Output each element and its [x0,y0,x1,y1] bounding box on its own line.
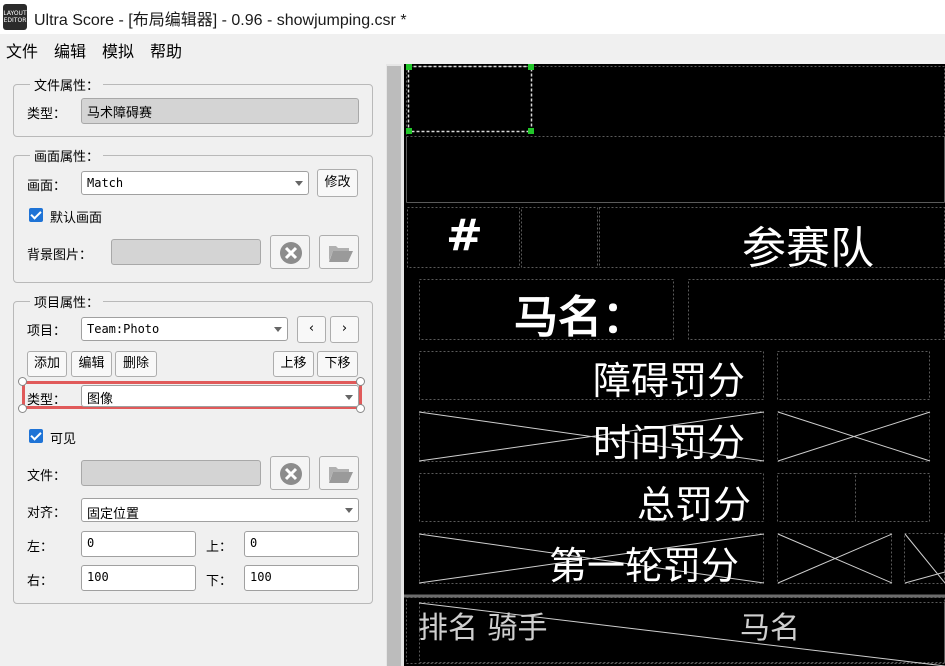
folder-open-icon [329,246,353,262]
canvas-total-penalty: 总罚分 [637,483,752,527]
selected-element-frame [407,65,533,133]
menu-bar: 文件 编辑 模拟 帮助 [0,34,945,64]
canvas-time-penalty: 时间罚分 [593,421,746,465]
resize-handle-bl[interactable] [18,404,27,413]
align-select[interactable]: 固定位置 [81,498,359,522]
visible-label: 可见 [50,432,77,447]
screen-select[interactable]: Match [81,171,309,195]
bottom-label: 下： [206,574,233,589]
file-type-field: 马术障碍赛 [81,98,359,124]
right-input[interactable]: 100 [81,565,196,591]
default-screen-checkbox[interactable] [29,208,43,222]
prev-item-button[interactable]: ‹ [297,316,326,343]
clear-x-icon [280,463,302,485]
app-logo-icon: LAYOUT EDITOR [3,4,27,30]
selection-handle [528,64,534,70]
bg-image-label: 背景图片： [27,248,93,263]
bottom-input[interactable]: 100 [244,565,359,591]
menu-simulate[interactable]: 模拟 [102,38,134,62]
left-label: 左： [27,540,54,555]
file-label: 文件： [27,469,67,484]
selection-handle [528,128,534,134]
vertical-scrollbar-thumb[interactable] [387,66,401,666]
menu-edit[interactable]: 编辑 [54,38,86,62]
add-button[interactable]: 添加 [27,351,67,377]
file-type-label: 类型： [27,107,67,122]
modify-button[interactable]: 修改 [317,169,358,197]
type-select[interactable]: 图像 [81,385,359,407]
properties-panel: 文件属性： 类型： 马术障碍赛 画面属性： 画面： Match 修改 默认画面 … [0,64,386,666]
delete-button[interactable]: 删除 [115,351,157,377]
canvas-hash: # [446,210,483,261]
file-path-field [81,460,261,486]
top-label: 上： [206,540,233,555]
layout-canvas[interactable]: # 参赛队 马名： 障碍罚分 时间罚分 总罚分 第一轮罚分 排名 骑手 马名 [404,64,945,666]
canvas-horse-label: 马名： [514,292,646,343]
bg-clear-button[interactable] [270,235,310,269]
selection-handle [406,64,412,70]
resize-handle-tl[interactable] [18,377,27,386]
screen-label: 画面： [27,179,67,194]
bg-browse-button[interactable] [319,235,359,269]
menu-file[interactable]: 文件 [6,38,38,62]
type-label: 类型： [27,393,67,408]
screen-props-title: 画面属性： [30,146,104,165]
top-input[interactable]: 0 [244,531,359,557]
move-down-button[interactable]: 下移 [317,351,358,377]
next-item-button[interactable]: › [330,316,359,343]
move-up-button[interactable]: 上移 [273,351,314,377]
bg-image-field [111,239,261,265]
item-props-group [13,301,373,604]
selection-handle [406,128,412,134]
canvas-team-header: 参赛队 [742,223,874,274]
item-label: 项目： [27,324,67,339]
left-input[interactable]: 0 [81,531,196,557]
default-screen-label: 默认画面 [50,211,103,226]
clear-x-icon [280,242,302,264]
right-label: 右： [27,574,54,589]
canvas-rank-rider: 排名 骑手 [418,611,548,646]
file-clear-button[interactable] [270,456,310,490]
align-label: 对齐： [27,506,67,521]
window-title: Ultra Score - [布局编辑器] - 0.96 - showjumpi… [34,12,407,29]
edit-button[interactable]: 编辑 [71,351,112,377]
canvas-round1-penalty: 第一轮罚分 [549,544,740,588]
canvas-obstacle-penalty: 障碍罚分 [593,359,746,403]
item-select[interactable]: Team:Photo [81,317,288,341]
file-props-title: 文件属性： [30,75,104,94]
file-browse-button[interactable] [319,456,359,490]
canvas-horse-col: 马名 [740,611,800,646]
folder-open-icon [329,467,353,483]
visible-checkbox[interactable] [29,429,43,443]
menu-help[interactable]: 帮助 [150,38,182,62]
title-bar: LAYOUT EDITOR Ultra Score - [布局编辑器] - 0.9… [0,0,945,34]
item-props-title: 项目属性： [30,292,104,311]
